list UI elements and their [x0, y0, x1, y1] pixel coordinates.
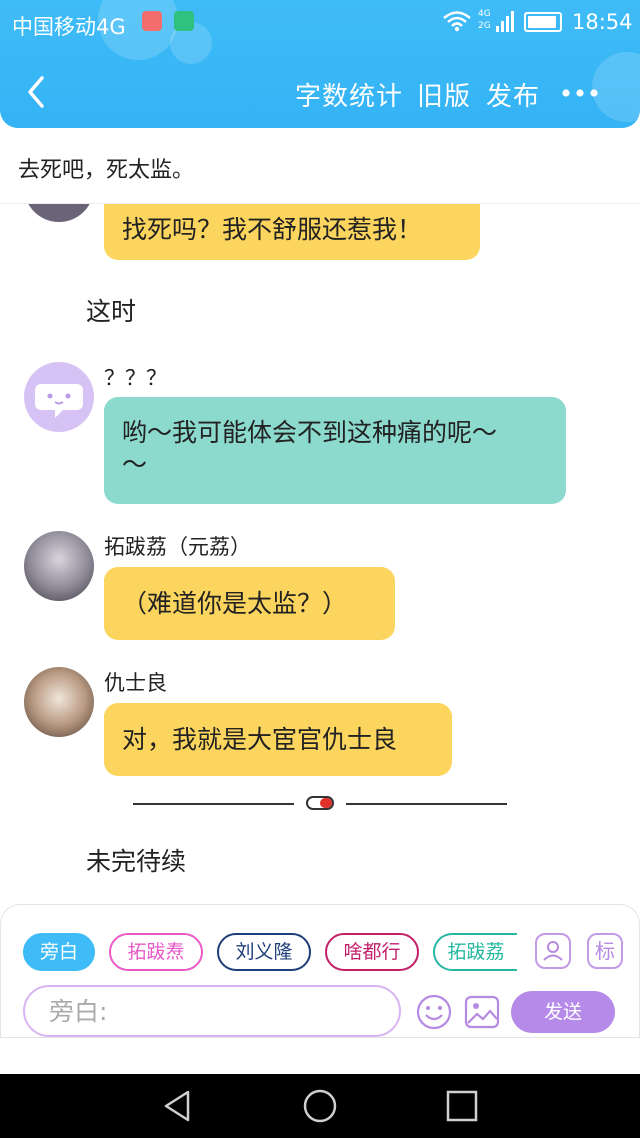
message-bubble[interactable]: （难道你是太监？）	[104, 567, 395, 640]
speaker-name: ？？？	[104, 366, 167, 390]
narration-text[interactable]: 这时	[86, 292, 136, 328]
status-bar: 中国移动4G 4G 2G 18:54	[0, 0, 640, 46]
toggle-icon[interactable]	[306, 796, 334, 810]
role-chip[interactable]: 刘义隆	[217, 933, 311, 971]
network-label-2g: 2G	[478, 21, 491, 31]
word-count-button[interactable]: 字数统计	[295, 76, 403, 113]
smiley-icon[interactable]	[415, 993, 453, 1031]
message-bubble[interactable]: 对，我就是大宦官仇士良	[104, 703, 452, 776]
header: 中国移动4G 4G 2G 18:54 字数统计 旧版 发布	[0, 0, 640, 128]
character-portrait[interactable]	[24, 531, 94, 601]
speaker-name: 拓跋荔（元荔）	[104, 535, 251, 559]
send-button[interactable]: 发送	[511, 991, 615, 1033]
composer: 旁白 拓跋焘 刘义隆 啥都行 拓跋荔 标 旁白: 发送	[0, 904, 640, 1038]
input-row: 发送	[1, 985, 640, 1039]
message-bubble[interactable]: 哟～我可能体会不到这种痛的呢～ ～	[104, 397, 566, 504]
old-version-button[interactable]: 旧版	[417, 76, 471, 113]
app-notification-icon	[142, 11, 162, 31]
chat-bubble-icon[interactable]	[24, 362, 94, 432]
clock: 18:54	[572, 10, 633, 34]
message-text: 哟～我可能体会不到这种痛的呢～	[122, 418, 498, 447]
speaker-name: 仇士良	[104, 671, 167, 695]
role-selector: 旁白 拓跋焘 刘义隆 啥都行 拓跋荔 标	[1, 929, 640, 973]
narration-text[interactable]: 未完待续	[86, 842, 186, 878]
person-card-icon[interactable]	[535, 933, 571, 969]
message-input[interactable]	[23, 985, 401, 1037]
role-chip[interactable]: 拓跋焘	[109, 933, 203, 971]
tag-button[interactable]: 标	[587, 933, 623, 969]
home-circle-icon[interactable]	[302, 1088, 338, 1124]
wifi-icon	[443, 11, 471, 32]
carrier-label: 中国移动4G	[12, 15, 126, 39]
app-notification-icon	[174, 11, 194, 31]
back-triangle-icon[interactable]	[160, 1088, 196, 1124]
story-editor-screen: 中国移动4G 4G 2G 18:54 字数统计 旧版 发布 去死吧，死太监。 找…	[0, 0, 640, 1138]
role-chip[interactable]: 拓跋荔	[433, 933, 517, 971]
message-bubble[interactable]: 找死吗？我不舒服还惹我！	[104, 204, 480, 260]
network-label-4g: 4G	[478, 9, 491, 19]
recent-square-icon[interactable]	[444, 1088, 480, 1124]
role-chip[interactable]: 啥都行	[325, 933, 419, 971]
role-chip-narrator[interactable]: 旁白	[23, 933, 95, 971]
story-title: 去死吧，死太监。	[18, 158, 195, 183]
message-text: ～	[122, 450, 148, 479]
story-title-bar: 去死吧，死太监。	[0, 128, 640, 204]
divider-line	[346, 803, 507, 805]
publish-button[interactable]: 发布	[486, 76, 540, 113]
battery-charging-icon	[524, 12, 562, 32]
toolbar: 字数统计 旧版 发布	[0, 60, 640, 124]
more-dots-icon[interactable]	[558, 78, 602, 108]
divider-line	[133, 803, 294, 805]
chevron-left-icon[interactable]	[20, 72, 56, 112]
signal-icon: 4G 2G	[478, 9, 514, 32]
section-divider[interactable]	[133, 794, 507, 814]
image-icon[interactable]	[463, 993, 501, 1031]
chat-area[interactable]: 找死吗？我不舒服还惹我！ 这时 ？？？ 哟～我可能体会不到这种痛的呢～ ～ 拓跋…	[0, 204, 640, 904]
dog-photo[interactable]	[24, 667, 94, 737]
avatar[interactable]	[24, 204, 94, 222]
system-navigation-bar	[0, 1074, 640, 1138]
